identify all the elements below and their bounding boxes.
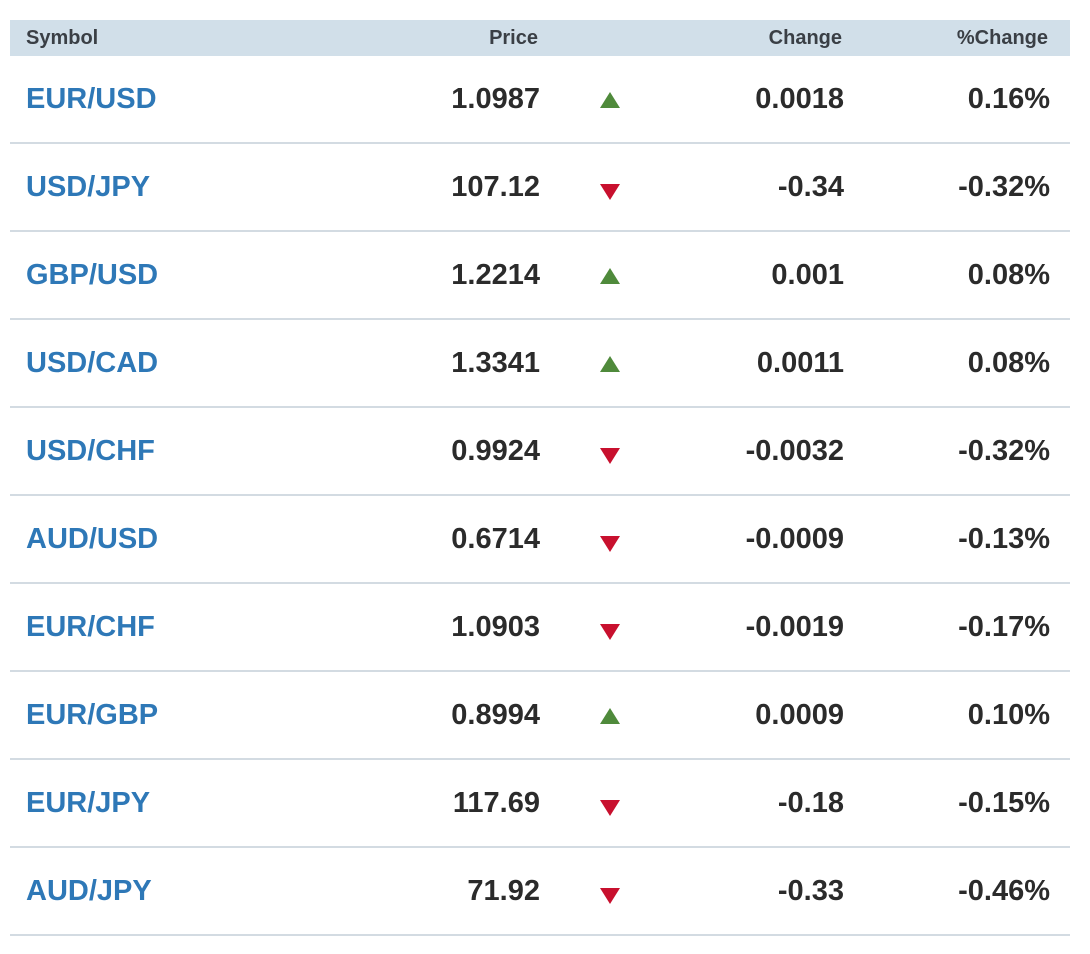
triangle-up-icon [600,708,620,724]
pct-change-value: -0.15% [958,787,1050,819]
table-row: EUR/GBP 0.8994 0.0009 0.10% [10,672,1070,760]
symbol-link[interactable]: GBP/USD [26,232,158,318]
pct-change-value: 0.08% [967,259,1050,291]
symbol-link[interactable]: AUD/JPY [26,848,152,934]
table-row: EUR/CHF 1.0903 -0.0019 -0.17% [10,584,1070,672]
table-row: EUR/JPY 117.69 -0.18 -0.15% [10,760,1070,848]
triangle-down-icon [600,448,620,464]
triangle-up-icon [600,356,620,372]
table-row: AUD/USD 0.6714 -0.0009 -0.13% [10,496,1070,584]
pct-change-value: -0.17% [958,611,1050,643]
price-value: 0.9924 [451,435,540,467]
table-row: AUD/JPY 71.92 -0.33 -0.46% [10,848,1070,936]
symbol-link[interactable]: EUR/USD [26,56,157,142]
price-value: 0.6714 [451,523,540,555]
pct-change-value: -0.32% [958,171,1050,203]
change-value: -0.0009 [745,523,844,555]
pct-change-value: 0.10% [967,699,1050,731]
column-header-change[interactable]: Change [769,20,842,57]
column-header-pct-change[interactable]: %Change [957,20,1048,57]
triangle-down-icon [600,184,620,200]
pct-change-value: -0.13% [958,523,1050,555]
pct-change-value: -0.46% [958,875,1050,907]
price-value: 1.0987 [451,83,540,115]
pct-change-value: 0.16% [967,83,1050,115]
pct-change-value: -0.32% [958,435,1050,467]
price-value: 1.0903 [451,611,540,643]
symbol-link[interactable]: AUD/USD [26,496,158,582]
change-value: -0.0019 [745,611,844,643]
change-value: 0.0018 [755,83,844,115]
change-value: -0.34 [777,171,844,203]
triangle-down-icon [600,624,620,640]
symbol-link[interactable]: EUR/GBP [26,672,158,758]
price-value: 1.3341 [451,347,540,379]
currency-table: Symbol Price Change %Change EUR/USD 1.09… [10,20,1070,936]
triangle-down-icon [600,888,620,904]
change-value: 0.0011 [756,347,844,379]
column-header-symbol[interactable]: Symbol [26,20,98,57]
triangle-down-icon [600,536,620,552]
symbol-link[interactable]: USD/CHF [26,408,155,494]
symbol-link[interactable]: USD/CAD [26,320,158,406]
change-value: 0.001 [771,259,844,291]
price-value: 1.2214 [451,259,540,291]
change-value: -0.0032 [745,435,844,467]
price-value: 117.69 [452,787,540,819]
table-row: USD/CAD 1.3341 0.0011 0.08% [10,320,1070,408]
symbol-link[interactable]: USD/JPY [26,144,150,230]
table-row: EUR/USD 1.0987 0.0018 0.16% [10,56,1070,144]
triangle-up-icon [600,92,620,108]
price-value: 107.12 [451,171,540,203]
triangle-down-icon [600,800,620,816]
table-header: Symbol Price Change %Change [10,20,1070,56]
change-value: 0.0009 [755,699,844,731]
column-header-price[interactable]: Price [489,20,538,57]
change-value: -0.33 [777,875,844,907]
table-row: GBP/USD 1.2214 0.001 0.08% [10,232,1070,320]
pct-change-value: 0.08% [967,347,1050,379]
price-value: 71.92 [467,875,540,907]
change-value: -0.18 [777,787,844,819]
triangle-up-icon [600,268,620,284]
table-row: USD/CHF 0.9924 -0.0032 -0.32% [10,408,1070,496]
symbol-link[interactable]: EUR/CHF [26,584,155,670]
symbol-link[interactable]: EUR/JPY [26,760,150,846]
price-value: 0.8994 [451,699,540,731]
table-row: USD/JPY 107.12 -0.34 -0.32% [10,144,1070,232]
